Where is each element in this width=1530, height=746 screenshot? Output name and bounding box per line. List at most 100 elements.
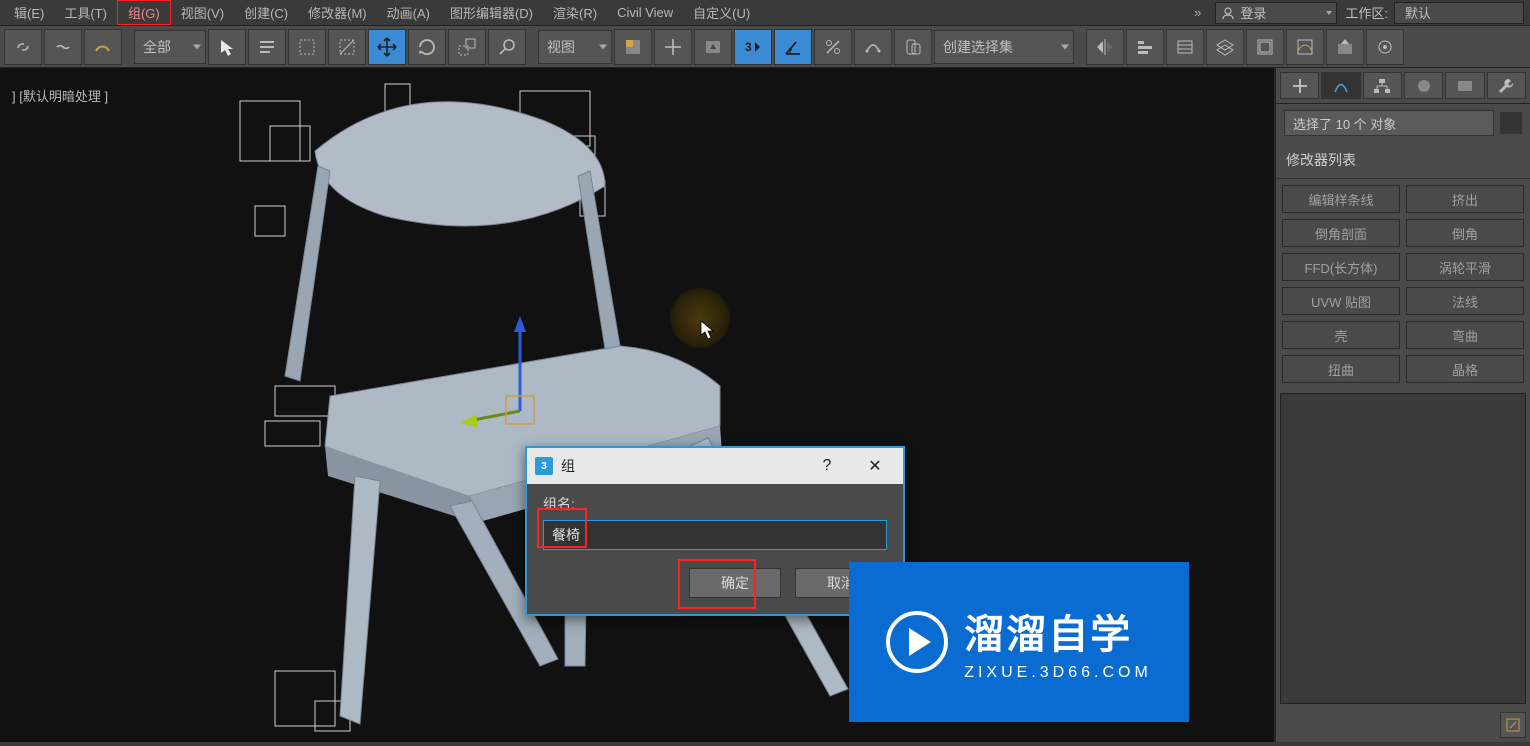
mod-twist-button[interactable]: 扭曲 xyxy=(1282,355,1400,383)
cursor-highlight xyxy=(670,288,730,348)
login-dropdown[interactable]: 登录 xyxy=(1215,2,1337,24)
viewport[interactable]: ] [默认明暗处理 ] xyxy=(0,68,1275,742)
keyboard-shortcut-icon[interactable] xyxy=(694,29,732,65)
menu-overflow[interactable]: » xyxy=(1188,3,1207,22)
mod-turbosmooth-button[interactable]: 涡轮平滑 xyxy=(1406,253,1524,281)
dialog-title: 组 xyxy=(561,456,575,476)
link-icon[interactable] xyxy=(4,29,42,65)
chevron-down-icon xyxy=(193,44,201,49)
mod-bend-button[interactable]: 弯曲 xyxy=(1406,321,1524,349)
chevron-down-icon xyxy=(1061,44,1069,49)
schematic-icon[interactable] xyxy=(1286,29,1324,65)
move-icon[interactable] xyxy=(368,29,406,65)
selection-set-dropdown[interactable]: 创建选择集 xyxy=(934,30,1074,64)
ok-label: 确定 xyxy=(721,573,749,593)
layer-icon[interactable] xyxy=(1166,29,1204,65)
menu-render[interactable]: 渲染(R) xyxy=(543,1,607,24)
app-icon: 3 xyxy=(535,457,553,475)
mirror-icon[interactable] xyxy=(1086,29,1124,65)
modify-tab[interactable] xyxy=(1321,72,1360,99)
workspace-label: 工作区: xyxy=(1345,3,1388,22)
select-object-icon[interactable] xyxy=(208,29,246,65)
select-manipulate-icon[interactable] xyxy=(654,29,692,65)
mod-bevel-button[interactable]: 倒角 xyxy=(1406,219,1524,247)
menu-animation[interactable]: 动画(A) xyxy=(377,1,440,24)
create-tab[interactable] xyxy=(1280,72,1319,99)
mod-shell-button[interactable]: 壳 xyxy=(1282,321,1400,349)
mod-normal-button[interactable]: 法线 xyxy=(1406,287,1524,315)
pivot-icon[interactable] xyxy=(614,29,652,65)
panel-tabs xyxy=(1276,68,1530,104)
chair-model xyxy=(210,76,890,746)
user-icon xyxy=(1220,5,1236,21)
group-dialog: 3 组 ? ✕ 组名: 确定 取消 xyxy=(525,446,905,616)
modifier-buttons: 编辑样条线 挤出 倒角剖面 倒角 FFD(长方体) 涡轮平滑 UVW 贴图 法线… xyxy=(1276,179,1530,389)
menu-create[interactable]: 创建(C) xyxy=(234,1,298,24)
group-name-input[interactable] xyxy=(543,520,887,550)
watermark-title: 溜溜自学 xyxy=(964,602,1152,660)
mod-extrude-button[interactable]: 挤出 xyxy=(1406,185,1524,213)
menu-view[interactable]: 视图(V) xyxy=(171,1,234,24)
motion-tab[interactable] xyxy=(1404,72,1443,99)
bind-icon[interactable] xyxy=(84,29,122,65)
display-tab[interactable] xyxy=(1445,72,1484,99)
edit-sel-set-icon[interactable] xyxy=(894,29,932,65)
watermark-subtitle: ZIXUE.3D66.COM xyxy=(964,664,1152,682)
menu-graph[interactable]: 图形编辑器(D) xyxy=(440,1,543,24)
unlink-icon[interactable] xyxy=(44,29,82,65)
curve-editor-icon[interactable] xyxy=(1246,29,1284,65)
select-region-rect-icon[interactable] xyxy=(288,29,326,65)
select-window-crossing-icon[interactable] xyxy=(328,29,366,65)
utilities-tab[interactable] xyxy=(1487,72,1526,99)
scale-icon[interactable] xyxy=(448,29,486,65)
render-setup-icon[interactable] xyxy=(1366,29,1404,65)
modifier-list-label[interactable]: 修改器列表 xyxy=(1276,142,1530,179)
align-icon[interactable] xyxy=(1126,29,1164,65)
chevron-down-icon xyxy=(1326,11,1332,15)
main-area: ] [默认明暗处理 ] xyxy=(0,68,1530,742)
mod-edit-spline-button[interactable]: 编辑样条线 xyxy=(1282,185,1400,213)
group-name-label: 组名: xyxy=(543,494,887,514)
dialog-titlebar[interactable]: 3 组 ? ✕ xyxy=(527,448,903,484)
angle-snap-icon[interactable] xyxy=(774,29,812,65)
configure-stack-icon[interactable] xyxy=(1500,712,1526,738)
hierarchy-tab[interactable] xyxy=(1363,72,1402,99)
menu-modifiers[interactable]: 修改器(M) xyxy=(298,1,377,24)
menubar: 辑(E) 工具(T) 组(G) 视图(V) 创建(C) 修改器(M) 动画(A)… xyxy=(0,0,1530,26)
help-button[interactable]: ? xyxy=(807,448,847,484)
mod-bevel-profile-button[interactable]: 倒角剖面 xyxy=(1282,219,1400,247)
login-text: 登录 xyxy=(1240,3,1266,22)
workspace-dropdown[interactable]: 默认 xyxy=(1394,2,1524,24)
watermark: 溜溜自学 ZIXUE.3D66.COM xyxy=(849,562,1189,722)
mod-lattice-button[interactable]: 晶格 xyxy=(1406,355,1524,383)
material-editor-icon[interactable] xyxy=(1326,29,1364,65)
spinner-snap-icon[interactable] xyxy=(854,29,892,65)
percent-snap-icon[interactable] xyxy=(814,29,852,65)
menu-group[interactable]: 组(G) xyxy=(117,0,171,25)
modifier-stack[interactable] xyxy=(1280,393,1526,704)
mod-ffd-box-button[interactable]: FFD(长方体) xyxy=(1282,253,1400,281)
select-filter-dropdown[interactable]: 全部 xyxy=(134,30,206,64)
workspace: 工作区: 默认 xyxy=(1345,2,1524,24)
selection-set-text: 创建选择集 xyxy=(943,37,1013,57)
menu-edit[interactable]: 辑(E) xyxy=(4,1,54,24)
filter-text: 全部 xyxy=(143,37,171,57)
close-button[interactable]: ✕ xyxy=(855,448,895,484)
ref-coord-dropdown[interactable]: 视图 xyxy=(538,30,612,64)
dialog-body: 组名: 确定 取消 xyxy=(527,484,903,614)
mod-uvw-map-button[interactable]: UVW 贴图 xyxy=(1282,287,1400,315)
menu-civil[interactable]: Civil View xyxy=(607,3,683,22)
ok-button[interactable]: 确定 xyxy=(689,568,781,598)
selection-info: 选择了 10 个 对象 xyxy=(1284,110,1494,136)
command-panel: 选择了 10 个 对象 修改器列表 编辑样条线 挤出 倒角剖面 倒角 FFD(长… xyxy=(1275,68,1530,742)
workspace-value: 默认 xyxy=(1405,3,1431,22)
color-swatch[interactable] xyxy=(1500,112,1522,134)
stack-tools xyxy=(1276,708,1530,742)
rotate-icon[interactable] xyxy=(408,29,446,65)
snap-3d-icon[interactable]: 3 xyxy=(734,29,772,65)
menu-custom[interactable]: 自定义(U) xyxy=(683,1,760,24)
select-by-name-icon[interactable] xyxy=(248,29,286,65)
layer-manager-icon[interactable] xyxy=(1206,29,1244,65)
placement-icon[interactable] xyxy=(488,29,526,65)
menu-tools[interactable]: 工具(T) xyxy=(54,1,117,24)
